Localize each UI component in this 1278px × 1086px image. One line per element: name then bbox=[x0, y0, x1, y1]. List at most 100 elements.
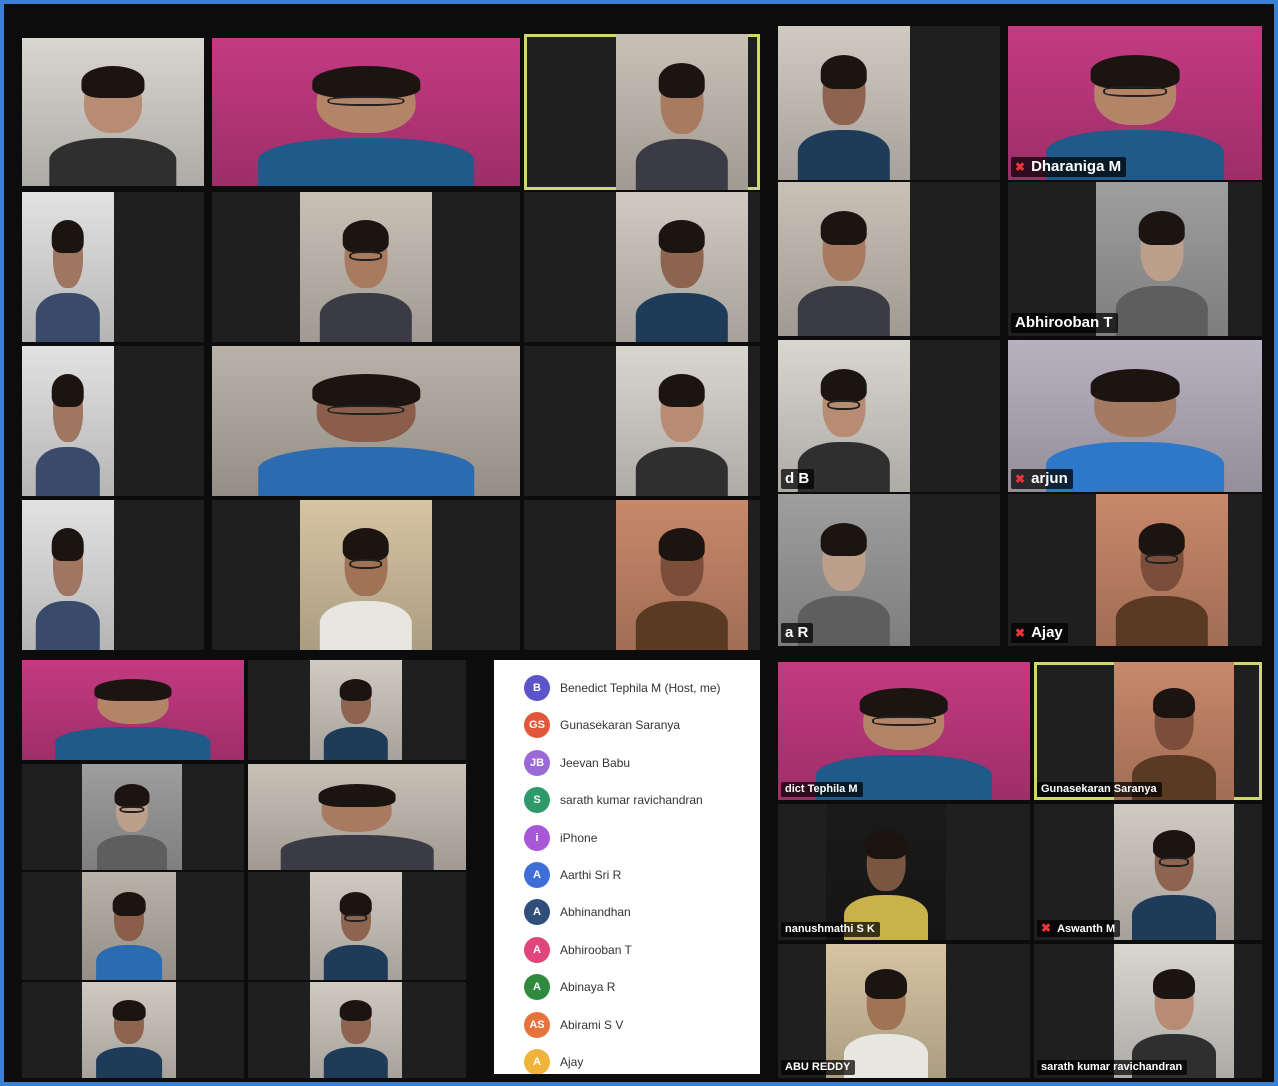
participant-name-tag: sarath kumar ravichandran bbox=[1037, 1060, 1188, 1075]
participant-name-tag: ✖ arjun bbox=[1011, 469, 1073, 489]
muted-mic-icon: ✖ bbox=[1015, 160, 1026, 174]
video-tile[interactable] bbox=[212, 500, 520, 650]
video-tile[interactable]: nanushmathi S K bbox=[778, 804, 1030, 940]
participant-name-tag: nanushmathi S K bbox=[781, 922, 880, 937]
participant-video bbox=[22, 38, 204, 186]
participant-video bbox=[778, 662, 1030, 800]
participant-list-item[interactable]: i iPhone bbox=[524, 824, 597, 851]
participant-list-item[interactable]: Ssarath kumar ravichandran bbox=[524, 787, 703, 814]
video-tile[interactable] bbox=[778, 26, 1000, 180]
participant-name: Aswanth M bbox=[1057, 923, 1116, 935]
video-tile[interactable] bbox=[22, 192, 204, 342]
participant-list-name: Abhirooban T bbox=[560, 942, 632, 957]
video-tile[interactable] bbox=[524, 34, 760, 190]
video-tile[interactable] bbox=[778, 182, 1000, 336]
video-tile[interactable]: ✖ arjun bbox=[1008, 340, 1262, 492]
video-tile[interactable] bbox=[248, 872, 466, 980]
video-tile[interactable]: a R bbox=[778, 494, 1000, 646]
participant-list-name: Abinaya R bbox=[560, 980, 616, 995]
participant-video bbox=[778, 26, 910, 180]
participant-name: d B bbox=[785, 470, 810, 487]
participant-name-tag: dict Tephila M bbox=[781, 782, 863, 797]
participant-video bbox=[300, 192, 432, 342]
participant-name-tag: ✖ Aswanth M bbox=[1037, 920, 1121, 937]
participant-name: ABU REDDY bbox=[785, 1061, 851, 1073]
video-tile[interactable]: ABU REDDY bbox=[778, 944, 1030, 1078]
video-tile[interactable]: Gunasekaran Saranya bbox=[1034, 662, 1262, 800]
participant-video bbox=[778, 182, 910, 336]
video-tile[interactable] bbox=[248, 982, 466, 1078]
video-tile[interactable]: Abhirooban T bbox=[1008, 182, 1262, 336]
video-tile[interactable] bbox=[248, 660, 466, 760]
participant-avatar: i bbox=[524, 824, 550, 851]
participant-avatar: A bbox=[524, 899, 550, 926]
video-tile[interactable]: sarath kumar ravichandran bbox=[1034, 944, 1262, 1078]
participant-avatar: A bbox=[524, 936, 550, 963]
participant-list-item[interactable]: A Abhinandhan bbox=[524, 899, 631, 926]
participant-list-name: Jeevan Babu bbox=[560, 755, 631, 770]
participant-list-item[interactable]: A Ajay bbox=[524, 1049, 584, 1074]
participant-name: Dharaniga M bbox=[1031, 158, 1122, 175]
participant-video bbox=[616, 346, 748, 496]
video-tile[interactable] bbox=[22, 346, 204, 496]
participant-list-name: Benedict Tephila M (Host, me) bbox=[560, 681, 721, 695]
participant-list-item[interactable]: AS Abirami S V bbox=[524, 1011, 623, 1038]
video-tile[interactable] bbox=[524, 346, 760, 496]
video-tile[interactable] bbox=[22, 982, 244, 1078]
video-tile[interactable] bbox=[22, 38, 204, 186]
video-tile[interactable] bbox=[22, 764, 244, 870]
video-tile[interactable]: ✖ Ajay bbox=[1008, 494, 1262, 646]
participant-list-item[interactable]: A Abhirooban T bbox=[524, 936, 632, 963]
participant-list-item[interactable]: GS Gunasekaran Saranya bbox=[524, 712, 680, 739]
video-tile[interactable] bbox=[524, 500, 760, 650]
participant-video bbox=[616, 34, 748, 190]
muted-mic-icon: ✖ bbox=[1015, 626, 1026, 640]
participant-list-item[interactable]: JB Jeevan Babu bbox=[524, 749, 631, 776]
video-tile[interactable]: ✖ Aswanth M bbox=[1034, 804, 1262, 940]
video-tile[interactable] bbox=[212, 346, 520, 496]
participant-video bbox=[212, 346, 520, 496]
participant-video bbox=[1114, 944, 1234, 1078]
participant-name: Abhirooban T bbox=[1015, 314, 1113, 331]
video-tile[interactable] bbox=[248, 764, 466, 870]
participant-avatar: A bbox=[524, 862, 550, 888]
participant-list-name: sarath kumar ravichandran bbox=[560, 793, 703, 808]
video-tile[interactable] bbox=[212, 38, 520, 186]
participant-video bbox=[82, 872, 176, 980]
participant-name: nanushmathi S K bbox=[785, 923, 875, 935]
participant-list-item[interactable]: B Benedict Tephila M (Host, me) bbox=[524, 675, 721, 701]
participant-avatar: B bbox=[524, 675, 550, 701]
video-tile[interactable]: d B bbox=[778, 340, 1000, 492]
participant-video bbox=[82, 982, 176, 1078]
participant-video bbox=[616, 500, 748, 650]
participant-name-tag: ABU REDDY bbox=[781, 1060, 856, 1075]
video-tile[interactable] bbox=[22, 500, 204, 650]
participant-video bbox=[22, 500, 114, 650]
participant-video bbox=[1114, 662, 1234, 800]
participant-video bbox=[310, 872, 402, 980]
participant-list-name: Ajay bbox=[560, 1055, 584, 1069]
video-tile[interactable]: dict Tephila M bbox=[778, 662, 1030, 800]
video-tile[interactable] bbox=[22, 660, 244, 760]
video-tile[interactable] bbox=[524, 192, 760, 342]
participant-name-tag: d B bbox=[781, 469, 815, 489]
participant-video bbox=[248, 764, 466, 870]
participant-list-item[interactable]: A Abinaya R bbox=[524, 974, 616, 1001]
participant-name-tag: Gunasekaran Saranya bbox=[1037, 782, 1162, 797]
participant-video bbox=[1096, 494, 1228, 646]
video-tile[interactable] bbox=[212, 192, 520, 342]
participant-video bbox=[22, 346, 114, 496]
participant-video bbox=[310, 660, 402, 760]
participant-video bbox=[826, 944, 946, 1078]
video-tile[interactable] bbox=[22, 872, 244, 980]
participant-video bbox=[82, 764, 182, 870]
video-tile[interactable]: ✖ Dharaniga M bbox=[1008, 26, 1262, 180]
participant-avatar: GS bbox=[524, 712, 550, 739]
participant-list-name: Abhinandhan bbox=[560, 905, 631, 920]
participant-list-item[interactable]: A Aarthi Sri R bbox=[524, 862, 622, 888]
participant-list-name: Aarthi Sri R bbox=[560, 868, 622, 882]
muted-mic-icon: ✖ bbox=[1015, 472, 1026, 486]
participant-video bbox=[1114, 804, 1234, 940]
participant-video bbox=[212, 38, 520, 186]
participant-name: Ajay bbox=[1031, 624, 1063, 641]
